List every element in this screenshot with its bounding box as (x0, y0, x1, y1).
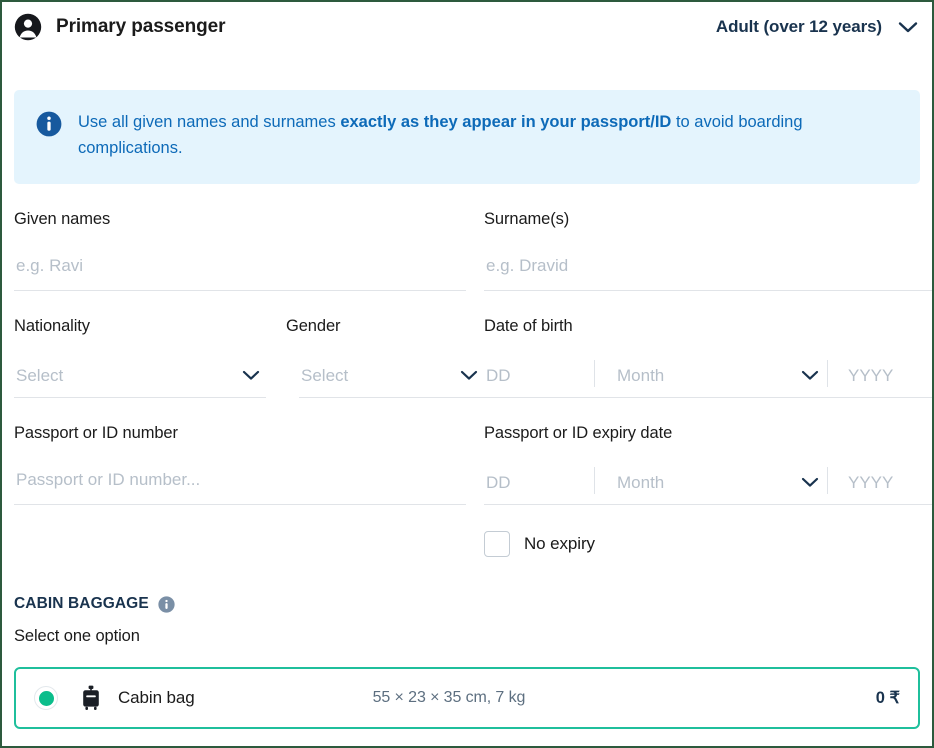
passport-number-input[interactable] (14, 461, 466, 505)
suitcase-icon (83, 685, 99, 710)
cabin-bag-name: Cabin bag (118, 688, 195, 707)
dob-month-select[interactable]: Month (595, 354, 827, 397)
chevron-down-icon (242, 370, 260, 380)
cabin-bag-price: 0 ₹ (875, 689, 900, 707)
dob-month-value: Month (617, 365, 665, 385)
dob-day-input[interactable]: DD (484, 354, 594, 397)
names-row: Given names Surname(s) (14, 210, 932, 291)
chevron-down-icon (801, 477, 819, 487)
radio-selected-dot (38, 690, 54, 706)
dob-year-input[interactable]: YYYY (828, 354, 932, 397)
expiry-month-select[interactable]: Month (595, 461, 827, 504)
gender-label: Gender (286, 317, 341, 335)
no-expiry-checkbox[interactable] (484, 531, 510, 557)
expiry-day-input[interactable]: DD (484, 461, 594, 504)
cabin-baggage-subtitle: Select one option (14, 627, 140, 645)
gender-select[interactable]: Select (299, 354, 484, 398)
passport-row: Passport or ID number Passport or ID exp… (14, 424, 932, 557)
surnames-field-group: Surname(s) (484, 210, 932, 291)
passport-expiry-group: Passport or ID expiry date DD Month YYYY (484, 424, 932, 557)
nationality-select[interactable]: Select (14, 354, 266, 398)
cabin-bag-dimensions: 55 × 23 × 35 cm, 7 kg (372, 689, 526, 706)
chevron-down-icon (898, 21, 918, 32)
cabin-bag-option-row[interactable]: Cabin bag 55 × 23 × 35 cm, 7 kg 0 ₹ (14, 667, 920, 729)
passenger-type-label: Adult (over 12 years) (715, 17, 882, 36)
info-circle-icon[interactable] (158, 595, 175, 613)
passenger-header: Primary passenger Adult (over 12 years) (2, 2, 932, 52)
banner-text-emphasis: exactly as they appear in your passport/… (340, 113, 672, 131)
nationality-gender-group: Nationality Gender Select Select (14, 317, 484, 398)
cabin-baggage-title: CABIN BAGGAGE (14, 595, 149, 612)
expiry-year-input[interactable]: YYYY (828, 461, 932, 504)
banner-text: Use all given names and surnames exactly… (78, 110, 878, 161)
info-circle-icon (36, 111, 62, 137)
passenger-details-page: Primary passenger Adult (over 12 years) … (0, 0, 934, 748)
no-expiry-checkbox-row[interactable]: No expiry (484, 531, 932, 557)
date-of-birth-group: Date of birth DD Month YYYY (484, 317, 932, 398)
given-names-label: Given names (14, 210, 111, 228)
nationality-value: Select (16, 365, 64, 385)
surnames-label: Surname(s) (484, 210, 570, 228)
passenger-header-left: Primary passenger (14, 13, 226, 41)
chevron-down-icon (801, 370, 819, 380)
nationality-gender-selects: Select Select (14, 354, 484, 398)
no-expiry-label: No expiry (524, 534, 595, 553)
banner-text-part1: Use all given names and surnames (78, 113, 341, 131)
passenger-type-selector[interactable]: Adult (over 12 years) (716, 17, 918, 37)
cabin-bag-radio[interactable] (34, 686, 58, 710)
cabin-baggage-header: CABIN BAGGAGE (14, 595, 920, 613)
cabin-baggage-section: CABIN BAGGAGE Select one option Cabin ba… (2, 595, 932, 729)
page-title: Primary passenger (56, 16, 226, 37)
gender-value: Select (301, 365, 349, 385)
passenger-form: Given names Surname(s) Nationality Gende… (2, 210, 932, 557)
passport-number-label: Passport or ID number (14, 424, 178, 442)
expiry-month-value: Month (617, 472, 665, 492)
given-names-field-group: Given names (14, 210, 484, 291)
passport-expiry-label: Passport or ID expiry date (484, 424, 673, 442)
given-names-input[interactable] (14, 247, 466, 291)
chevron-down-icon (460, 370, 478, 380)
passport-expiry-inputs: DD Month YYYY (484, 461, 932, 505)
passport-number-group: Passport or ID number (14, 424, 484, 557)
nationality-gender-dob-row: Nationality Gender Select Select Date of… (14, 317, 932, 398)
surnames-input[interactable] (484, 247, 932, 291)
passport-name-info-banner: Use all given names and surnames exactly… (14, 90, 920, 184)
date-of-birth-inputs: DD Month YYYY (484, 354, 932, 398)
nationality-label: Nationality (14, 317, 90, 335)
date-of-birth-label: Date of birth (484, 317, 573, 335)
person-circle-icon (14, 13, 42, 41)
